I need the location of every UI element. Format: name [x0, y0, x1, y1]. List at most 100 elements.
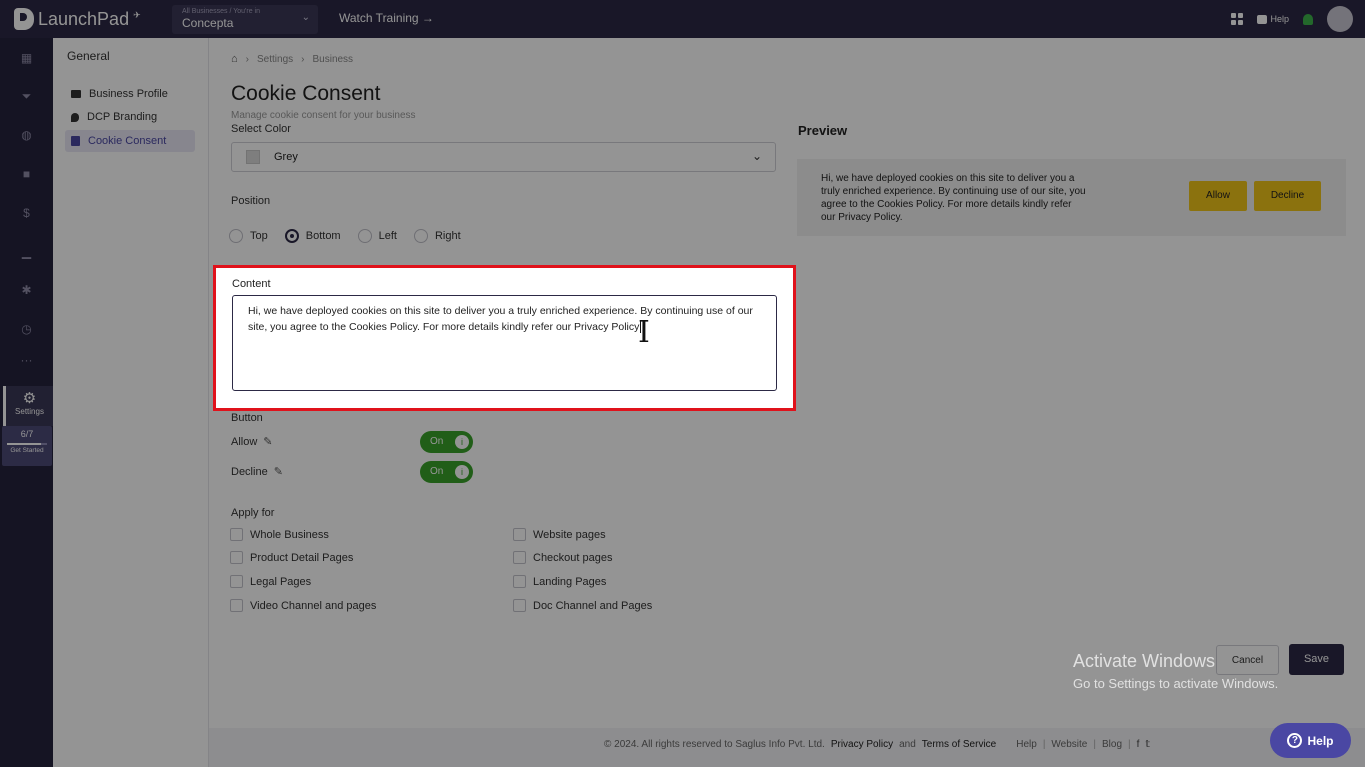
color-select[interactable]: Grey ⌄: [231, 142, 776, 172]
help-top-button[interactable]: Help: [1257, 14, 1289, 24]
radio-label: Bottom: [305, 230, 341, 242]
dashboard-icon[interactable]: ▦: [20, 52, 33, 65]
home-icon[interactable]: ⌂: [231, 53, 238, 65]
notification-bell-icon[interactable]: [1303, 13, 1313, 25]
watch-training-link[interactable]: Watch Training →: [339, 11, 434, 25]
preview-decline-button[interactable]: Decline: [1254, 181, 1321, 211]
allow-button-row: Allow ✎: [231, 435, 273, 449]
position-radio-bottom[interactable]: Bottom: [284, 229, 341, 243]
content-line-text: site, you agree to the Cookies Policy. F…: [248, 321, 640, 333]
apply-checkbox-checkout-pages[interactable]: Checkout pages: [513, 551, 613, 564]
apply-checkbox-legal-pages[interactable]: Legal Pages: [230, 575, 311, 588]
top-bar: LaunchPad ✈ All Businesses / You're in C…: [0, 0, 1365, 38]
save-button[interactable]: Save: [1289, 644, 1344, 675]
decline-button-row: Decline ✎: [231, 465, 283, 479]
footer-divider: |: [1093, 739, 1096, 750]
allow-toggle[interactable]: On i: [420, 431, 473, 453]
facebook-icon[interactable]: f: [1137, 739, 1140, 750]
subnav-item-business-profile[interactable]: Business Profile: [65, 83, 195, 105]
subnav-item-dcp-branding[interactable]: DCP Branding: [65, 106, 195, 128]
apps-grid-icon[interactable]: [1231, 13, 1244, 25]
gear-icon: ⚙: [22, 390, 37, 407]
info-icon: i: [455, 435, 469, 449]
help-icon: [1257, 14, 1268, 24]
info-icon: i: [455, 465, 469, 479]
user-avatar[interactable]: [1327, 6, 1353, 32]
checkbox-label: Doc Channel and Pages: [533, 599, 653, 612]
progress-bar: [7, 443, 47, 445]
page-subtitle: Manage cookie consent for your business: [231, 110, 416, 121]
twitter-icon[interactable]: 𝕥: [1145, 739, 1150, 750]
footer-blog-link[interactable]: Blog: [1102, 739, 1122, 750]
checkbox-label: Landing Pages: [533, 575, 607, 588]
content-highlight-frame: Content Hi, we have deployed cookies on …: [213, 265, 796, 411]
breadcrumb-business[interactable]: Business: [312, 54, 353, 65]
breadcrumb-separator: ›: [245, 53, 249, 65]
breadcrumb: ⌂ › Settings › Business: [231, 53, 353, 65]
settings-subnav: General Business Profile DCP Branding Co…: [53, 38, 209, 767]
help-top-label: Help: [1270, 14, 1289, 24]
footer-help-link[interactable]: Help: [1016, 739, 1037, 750]
checkbox-label: Website pages: [533, 528, 606, 541]
video-icon[interactable]: ■: [20, 168, 33, 181]
page-title: Cookie Consent: [231, 82, 381, 105]
checkbox-icon: [513, 528, 526, 541]
left-rail: ▦ ⏷ ◍ ■ $ ▁ ✱ ◷ ··· ⚙ Settings 6/7 Get S…: [0, 38, 53, 767]
preview-line: our Privacy Policy.: [821, 212, 903, 223]
position-label: Position: [231, 195, 271, 207]
content-textarea[interactable]: Hi, we have deployed cookies on this sit…: [232, 295, 777, 391]
content-label: Content: [232, 278, 271, 290]
checkbox-label: Whole Business: [250, 528, 329, 541]
radio-checked-icon: [284, 229, 299, 243]
position-radio-right[interactable]: Right: [413, 229, 461, 243]
text-cursor-icon: I: [638, 315, 650, 350]
apply-checkbox-landing-pages[interactable]: Landing Pages: [513, 575, 606, 588]
select-color-label: Select Color: [231, 123, 291, 135]
apply-checkbox-doc-channel[interactable]: Doc Channel and Pages: [513, 599, 652, 612]
clock-icon[interactable]: ◷: [20, 323, 33, 336]
business-switcher[interactable]: All Businesses / You're in Concepta ⌄: [172, 5, 318, 34]
dollar-icon[interactable]: $: [20, 207, 33, 220]
toggle-label: On: [430, 466, 444, 477]
footer: © 2024. All rights reserved to Saglus In…: [209, 728, 1365, 767]
chevron-down-icon: ⌄: [301, 12, 310, 23]
help-floating-label: Help: [1307, 733, 1334, 748]
apply-checkbox-product-detail[interactable]: Product Detail Pages: [230, 551, 353, 564]
more-icon[interactable]: ···: [20, 354, 33, 367]
position-radio-top[interactable]: Top: [229, 229, 268, 243]
checkbox-icon: [230, 528, 243, 541]
get-started-progress[interactable]: 6/7 Get Started: [2, 426, 52, 466]
decline-toggle[interactable]: On i: [420, 461, 473, 483]
position-radio-left[interactable]: Left: [357, 229, 397, 243]
globe-icon[interactable]: ◍: [20, 129, 33, 142]
watermark-line1: Activate Windows: [1073, 651, 1216, 671]
business-switcher-caption: All Businesses / You're in: [182, 8, 260, 15]
button-section-label: Button: [231, 412, 263, 424]
checkbox-label: Video Channel and pages: [250, 599, 377, 612]
apply-checkbox-whole-business[interactable]: Whole Business: [230, 528, 329, 541]
chart-icon[interactable]: ▁: [20, 246, 33, 259]
team-icon[interactable]: ✱: [20, 284, 33, 297]
apply-checkbox-website-pages[interactable]: Website pages: [513, 528, 606, 541]
footer-website-link[interactable]: Website: [1051, 739, 1087, 750]
rail-settings[interactable]: ⚙ Settings: [3, 386, 53, 426]
checkbox-label: Legal Pages: [250, 575, 312, 588]
breadcrumb-settings[interactable]: Settings: [257, 54, 293, 65]
preview-allow-button[interactable]: Allow: [1189, 181, 1247, 211]
footer-copyright: © 2024. All rights reserved to Saglus In…: [604, 739, 825, 750]
position-radio-group: Top Bottom Left Right: [229, 229, 478, 243]
apply-checkbox-video-channel[interactable]: Video Channel and pages: [230, 599, 376, 612]
footer-divider: |: [1128, 739, 1131, 750]
checkbox-icon: [230, 599, 243, 612]
checkbox-label: Checkout pages: [533, 551, 613, 564]
funnel-icon[interactable]: ⏷: [20, 90, 33, 103]
pencil-icon[interactable]: ✎: [263, 435, 272, 448]
footer-privacy-link[interactable]: Privacy Policy: [831, 739, 893, 750]
windows-activation-watermark: Activate Windows Go to Settings to activ…: [1073, 651, 1278, 691]
launchpad-logo[interactable]: LaunchPad ✈: [14, 8, 141, 30]
pencil-icon[interactable]: ✎: [274, 465, 283, 478]
help-floating-button[interactable]: ? Help: [1270, 723, 1351, 758]
footer-terms-link[interactable]: Terms of Service: [922, 739, 996, 750]
subnav-item-cookie-consent[interactable]: Cookie Consent: [65, 130, 195, 152]
chevron-down-icon: ⌄: [751, 149, 762, 163]
